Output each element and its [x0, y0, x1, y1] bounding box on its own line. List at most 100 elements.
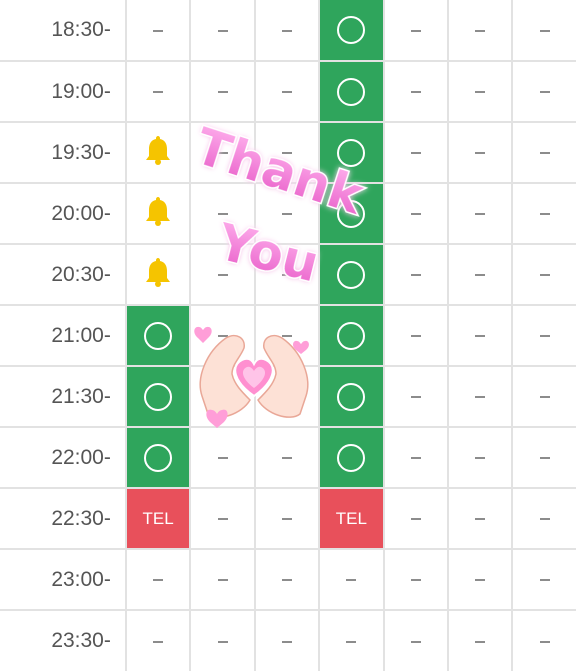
circle-icon — [337, 77, 366, 106]
unavailable-slot — [382, 304, 450, 367]
unavailable-slot — [447, 426, 514, 489]
dash-icon — [410, 640, 421, 643]
dash-icon — [539, 640, 550, 643]
dash-icon — [217, 457, 228, 460]
dash-icon — [539, 335, 550, 338]
unavailable-slot — [382, 609, 450, 671]
unavailable-slot — [447, 304, 514, 367]
bell-icon — [144, 134, 172, 171]
dash-icon — [410, 579, 421, 582]
dash-icon — [475, 518, 486, 521]
unavailable-slot — [447, 243, 514, 306]
unavailable-slot — [511, 365, 576, 428]
time-label: 23:00- — [0, 548, 127, 611]
available-slot[interactable] — [318, 0, 385, 62]
schedule-row: 23:00- — [0, 548, 576, 611]
dash-icon — [410, 396, 421, 399]
dash-icon — [281, 518, 292, 521]
circle-icon — [337, 16, 366, 44]
time-label: 19:30- — [0, 121, 127, 184]
dash-icon — [410, 91, 421, 94]
unavailable-slot — [511, 182, 576, 245]
unavailable-slot — [447, 548, 514, 611]
unavailable-slot — [189, 487, 256, 550]
unavailable-slot — [124, 609, 192, 671]
time-label: 23:30- — [0, 609, 127, 671]
unavailable-slot — [382, 365, 450, 428]
unavailable-slot — [318, 548, 385, 611]
dash-icon — [475, 457, 486, 460]
circle-icon — [144, 321, 173, 350]
dash-icon — [281, 579, 292, 582]
thank-text: Thank — [188, 117, 371, 226]
unavailable-slot — [253, 487, 321, 550]
dash-icon — [410, 335, 421, 338]
unavailable-slot — [382, 60, 450, 123]
dash-icon — [410, 457, 421, 460]
dash-icon — [475, 396, 486, 399]
unavailable-slot — [124, 548, 192, 611]
dash-icon — [346, 640, 357, 643]
unavailable-slot — [447, 487, 514, 550]
available-slot[interactable] — [318, 304, 385, 367]
dash-icon — [475, 274, 486, 277]
available-slot[interactable] — [318, 365, 385, 428]
unavailable-slot — [511, 609, 576, 671]
dash-icon — [410, 274, 421, 277]
unavailable-slot — [511, 426, 576, 489]
unavailable-slot — [124, 0, 192, 62]
dash-icon — [539, 274, 550, 277]
dash-icon — [217, 518, 228, 521]
unavailable-slot — [318, 609, 385, 671]
unavailable-slot — [511, 121, 576, 184]
dash-icon — [217, 640, 228, 643]
unavailable-slot — [511, 304, 576, 367]
dash-icon — [410, 152, 421, 155]
unavailable-slot — [253, 0, 321, 62]
available-slot[interactable] — [124, 365, 192, 428]
unavailable-slot — [382, 548, 450, 611]
dash-icon — [475, 640, 486, 643]
unavailable-slot — [189, 548, 256, 611]
dash-icon — [410, 29, 421, 32]
unavailable-slot — [511, 243, 576, 306]
tel-slot[interactable]: TEL — [318, 487, 385, 550]
available-slot[interactable] — [124, 304, 192, 367]
unavailable-slot — [382, 426, 450, 489]
dash-icon — [153, 91, 164, 94]
dash-icon — [410, 518, 421, 521]
dash-icon — [539, 457, 550, 460]
dash-icon — [346, 579, 357, 582]
circle-icon — [144, 443, 173, 472]
dash-icon — [410, 213, 421, 216]
dash-icon — [217, 91, 228, 94]
time-label: 21:00- — [0, 304, 127, 367]
unavailable-slot — [447, 609, 514, 671]
dash-icon — [539, 91, 550, 94]
unavailable-slot — [447, 121, 514, 184]
unavailable-slot — [382, 243, 450, 306]
circle-icon — [337, 443, 366, 472]
unavailable-slot — [511, 548, 576, 611]
thank-you-sticker: Thank You — [187, 116, 373, 295]
dash-icon — [475, 91, 486, 94]
unavailable-slot — [189, 0, 256, 62]
you-text: You — [211, 212, 325, 293]
circle-icon — [337, 382, 366, 411]
dash-icon — [539, 396, 550, 399]
unavailable-slot — [447, 0, 514, 62]
available-slot[interactable] — [318, 426, 385, 489]
time-label: 20:30- — [0, 243, 127, 306]
dash-icon — [539, 213, 550, 216]
circle-icon — [337, 321, 366, 350]
tel-slot[interactable]: TEL — [124, 487, 192, 550]
unavailable-slot — [382, 182, 450, 245]
dash-icon — [475, 152, 486, 155]
tel-label: TEL — [142, 508, 174, 528]
time-label: 20:00- — [0, 182, 127, 245]
time-label: 21:30- — [0, 365, 127, 428]
dash-icon — [475, 335, 486, 338]
available-slot[interactable] — [124, 426, 192, 489]
dash-icon — [475, 213, 486, 216]
dash-icon — [539, 579, 550, 582]
